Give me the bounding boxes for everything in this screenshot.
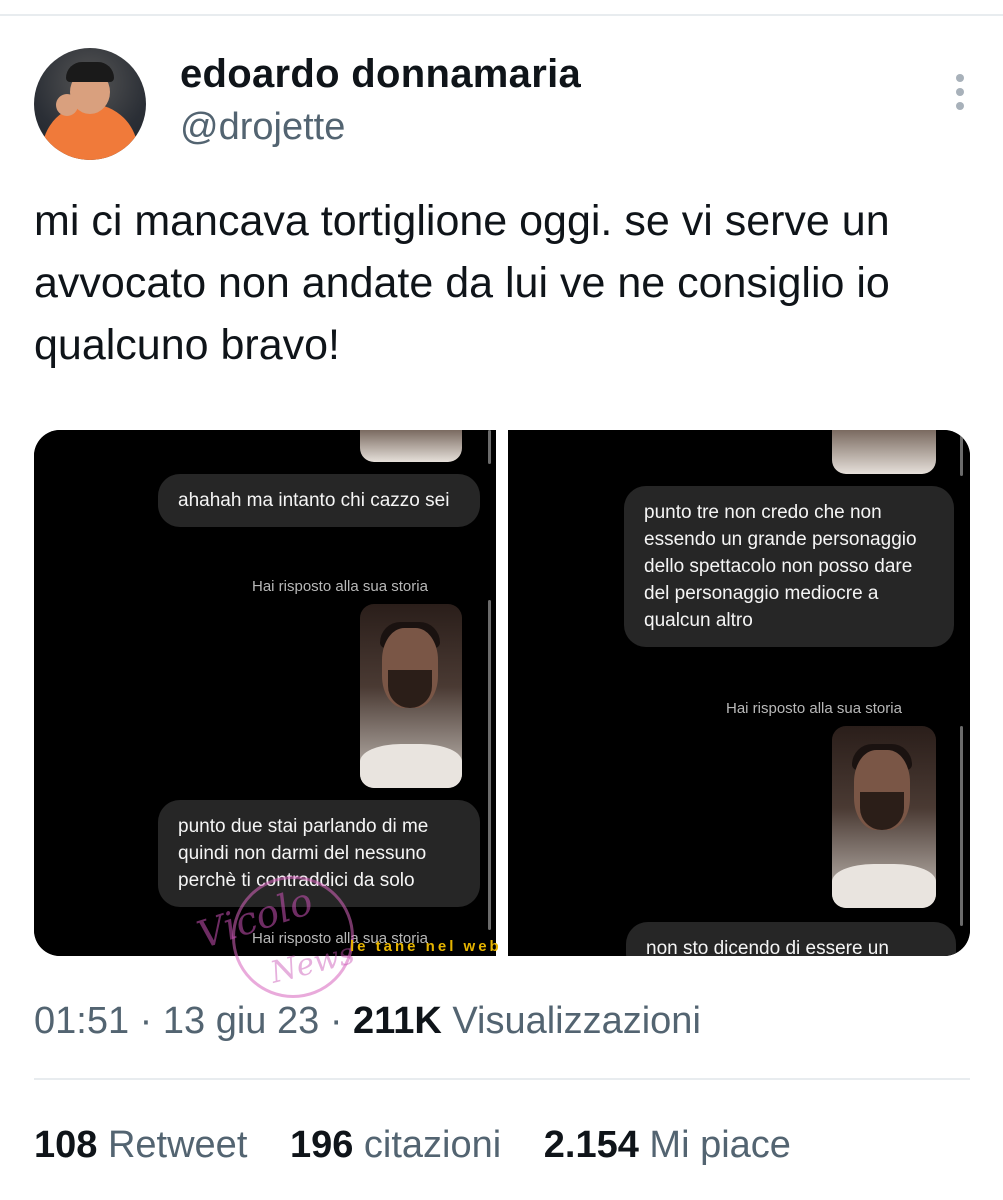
likes-count: 2.154 <box>543 1124 639 1166</box>
views-count: 211K <box>353 1000 442 1042</box>
more-vertical-icon[interactable] <box>954 74 966 114</box>
story-thumbnail <box>832 726 936 908</box>
retweets-label: Retweet <box>107 1124 248 1166</box>
quotes-count: 196 <box>289 1124 354 1166</box>
story-thumbnail <box>360 604 462 788</box>
retweets-stat[interactable]: 108 Retweet <box>34 1124 247 1167</box>
story-thumbnail-top <box>360 430 462 462</box>
quotes-label: citazioni <box>363 1124 502 1166</box>
likes-label: Mi piace <box>649 1124 791 1166</box>
watermark-site: le tane nel web <box>350 938 502 955</box>
likes-stat[interactable]: 2.154 Mi piace <box>544 1124 791 1167</box>
quotes-stat[interactable]: 196 citazioni <box>290 1124 501 1167</box>
message-bubble: non sto dicendo di essere un <box>626 922 956 956</box>
scrollbar <box>960 430 963 476</box>
tweet-date[interactable]: 13 giu 23 <box>163 1000 319 1042</box>
media-image-left[interactable]: ahahah ma intanto chi cazzo sei Hai risp… <box>34 430 496 956</box>
tweet-time[interactable]: 01:51 <box>34 1000 129 1042</box>
message-bubble: ahahah ma intanto chi cazzo sei <box>158 474 480 527</box>
tweet-media[interactable]: ahahah ma intanto chi cazzo sei Hai risp… <box>34 430 970 956</box>
display-name[interactable]: edoardo donnamaria <box>180 52 581 97</box>
media-divider <box>496 430 508 956</box>
meta-separator: · <box>329 1000 354 1042</box>
top-divider <box>0 14 1003 16</box>
meta-separator: · <box>139 1000 163 1042</box>
views-label[interactable]: Visualizzazioni <box>452 1000 701 1042</box>
tweet-text: mi ci mancava tortiglione oggi. se vi se… <box>34 197 890 369</box>
retweets-count: 108 <box>34 1124 98 1166</box>
avatar-hand <box>56 94 78 116</box>
stats-divider <box>34 1078 970 1080</box>
tweet-header: edoardo donnamaria @drojette <box>34 48 974 168</box>
scrollbar <box>488 430 491 464</box>
reply-label: Hai risposto alla sua storia <box>252 578 428 595</box>
story-thumbnail-top <box>832 430 936 474</box>
scrollbar <box>488 600 491 930</box>
user-handle[interactable]: @drojette <box>180 106 345 149</box>
avatar[interactable] <box>34 48 146 160</box>
tweet-stats: 108 Retweet 196 citazioni 2.154 Mi piace <box>34 1124 823 1167</box>
tweet-meta: 01:51 · 13 giu 23 · 211K Visualizzazioni <box>34 1000 701 1043</box>
media-image-right[interactable]: punto tre non credo che non essendo un g… <box>508 430 970 956</box>
avatar-hair <box>66 62 114 82</box>
message-bubble: punto tre non credo che non essendo un g… <box>624 486 954 647</box>
scrollbar <box>960 726 963 926</box>
reply-label: Hai risposto alla sua storia <box>726 700 902 717</box>
